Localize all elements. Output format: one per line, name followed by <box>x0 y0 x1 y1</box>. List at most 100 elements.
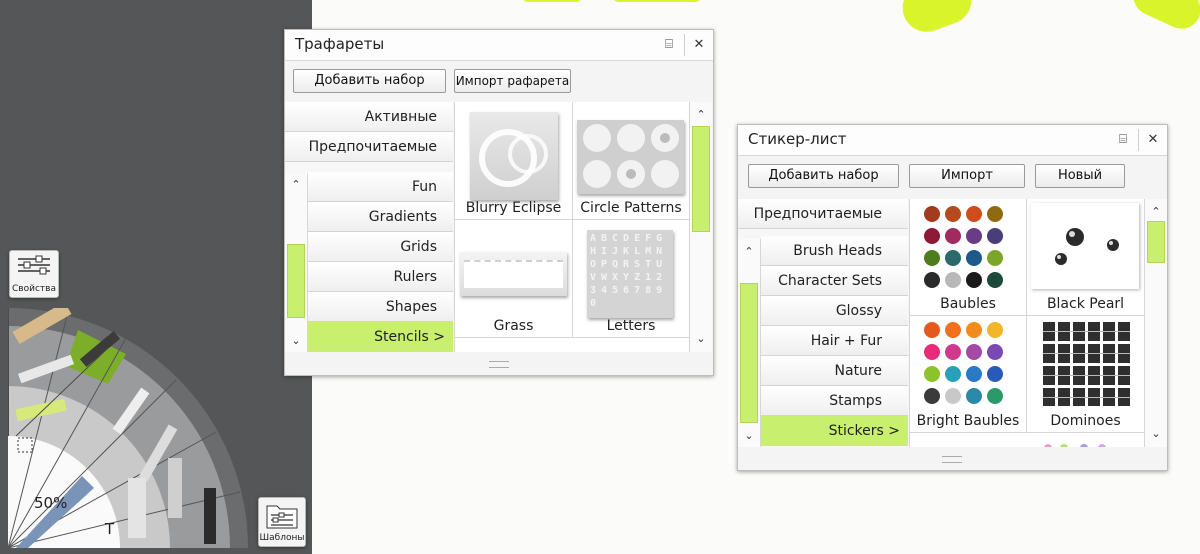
add-set-button[interactable]: Добавить набор <box>748 164 899 188</box>
properties-label: Свойства <box>12 284 56 294</box>
category-nature[interactable]: Nature <box>761 356 908 386</box>
scroll-up-icon[interactable]: ⌃ <box>1145 203 1167 221</box>
scroll-thumb[interactable] <box>692 126 710 232</box>
canvas-stroke-3 <box>895 0 979 39</box>
category-stencils[interactable]: Stencils > <box>308 322 453 352</box>
sticker-black-pearl[interactable]: Black Pearl <box>1027 199 1144 316</box>
item-label: Circle Patterns <box>580 200 682 216</box>
panel-menu-icon[interactable]: ⌸ <box>657 33 681 57</box>
canvas-stroke-1 <box>522 0 582 2</box>
templates-button[interactable]: Шаблоны <box>258 497 306 547</box>
stencil-letters[interactable]: ABCDEFGHIJKLMNOPQRSTUVWXYZ1234567890 Let… <box>573 220 689 338</box>
stencils-grid: Blurry Eclipse Circle Patterns Grass ABC… <box>454 102 689 352</box>
next-row-peek <box>1040 437 1120 447</box>
category-brush-heads[interactable]: Brush Heads <box>761 236 908 266</box>
canvas-stroke-2 <box>612 0 702 2</box>
resize-grip[interactable] <box>489 361 509 368</box>
category-scrollbar[interactable]: ⌃ ⌄ <box>285 174 308 352</box>
flower-icons <box>1044 444 1106 447</box>
black-pearl-thumbnail <box>1031 203 1139 289</box>
sticker-dominoes[interactable]: Dominoes <box>1027 316 1144 433</box>
category-grids[interactable]: Grids <box>308 232 453 262</box>
letters-glyphs: ABCDEFGHIJKLMNOPQRSTUVWXYZ1234567890 <box>590 233 668 309</box>
category-gradients[interactable]: Gradients <box>308 202 453 232</box>
grass-stripe <box>464 260 563 288</box>
title-separator <box>1138 129 1139 151</box>
import-button[interactable]: Импорт <box>909 164 1025 188</box>
panel-menu-icon[interactable]: ⌸ <box>1111 128 1135 152</box>
scroll-down-icon[interactable]: ⌄ <box>738 427 760 445</box>
add-set-button[interactable]: Добавить набор <box>293 69 446 93</box>
sticker-grid: Baubles Black Pearl Bright Baubles Domin… <box>909 199 1144 447</box>
scroll-down-icon[interactable]: ⌄ <box>1145 425 1167 443</box>
new-button[interactable]: Новый <box>1035 164 1125 188</box>
sticker-bright-baubles[interactable]: Bright Baubles <box>910 316 1027 433</box>
zoom-label: 50% <box>34 494 68 512</box>
black-pearl-art <box>1055 228 1119 265</box>
canvas-stroke-4 <box>1127 0 1200 36</box>
category-shapes[interactable]: Shapes <box>308 292 453 322</box>
blurry-eclipse-art <box>479 129 548 187</box>
scroll-up-icon[interactable]: ⌃ <box>285 176 307 194</box>
stencils-title-bar[interactable]: Трафареты ⌸ ✕ <box>285 30 713 61</box>
scroll-up-icon[interactable]: ⌃ <box>738 243 760 261</box>
text-tool-icon[interactable]: T <box>105 520 114 538</box>
folder-icon <box>266 505 298 529</box>
item-label: Letters <box>606 318 656 334</box>
category-character-sets[interactable]: Character Sets <box>761 266 908 296</box>
dominoes-art <box>1043 322 1130 406</box>
item-label: Baubles <box>940 296 996 312</box>
stencil-blurry-eclipse[interactable]: Blurry Eclipse <box>455 102 573 220</box>
close-icon[interactable]: ✕ <box>687 33 711 57</box>
stencils-category-list: Активные Предпочитаемые ⌃ ⌄ Fun Gradient… <box>285 102 453 352</box>
stencils-grid-scrollbar[interactable]: ⌃ ⌄ <box>689 102 712 352</box>
category-favorites[interactable]: Предпочитаемые <box>738 199 908 229</box>
baubles-art <box>924 206 1003 288</box>
scroll-down-icon[interactable]: ⌄ <box>690 330 712 348</box>
bright-baubles-art <box>924 322 1003 404</box>
category-hair-fur[interactable]: Hair + Fur <box>761 326 908 356</box>
category-stickers[interactable]: Stickers > <box>761 416 908 446</box>
sticker-title-bar[interactable]: Стикер-лист ⌸ ✕ <box>738 125 1167 156</box>
circle-patterns-art <box>583 124 679 188</box>
letters-thumbnail: ABCDEFGHIJKLMNOPQRSTUVWXYZ1234567890 <box>587 230 673 318</box>
sticker-title: Стикер-лист <box>748 130 847 148</box>
resize-grip[interactable] <box>942 456 962 463</box>
scroll-up-icon[interactable]: ⌃ <box>690 106 712 124</box>
item-label: Blurry Eclipse <box>465 200 562 216</box>
tool-wheel-art <box>7 301 248 549</box>
grass-thumbnail <box>460 252 567 296</box>
tool-wheel[interactable]: 50% T <box>7 301 248 549</box>
category-fun[interactable]: Fun <box>308 172 453 202</box>
scroll-thumb[interactable] <box>1147 221 1165 263</box>
item-label: Bright Baubles <box>916 413 1020 429</box>
item-label: Dominoes <box>1050 413 1121 429</box>
title-separator <box>684 34 685 56</box>
import-stencil-button[interactable]: Импорт рафарета <box>454 69 571 93</box>
scroll-thumb[interactable] <box>287 244 305 318</box>
bright-baubles-thumbnail <box>916 320 1020 406</box>
category-stamps[interactable]: Stamps <box>761 386 908 416</box>
category-active[interactable]: Активные <box>285 102 453 132</box>
templates-label: Шаблоны <box>259 533 305 543</box>
dominoes-thumbnail <box>1041 322 1131 406</box>
stencil-grass[interactable]: Grass <box>455 220 573 338</box>
sticker-category-list: Предпочитаемые ⌃ ⌄ Brush Heads Character… <box>738 199 908 447</box>
sticker-baubles[interactable]: Baubles <box>910 199 1027 316</box>
close-icon[interactable]: ✕ <box>1141 128 1165 152</box>
blurry-eclipse-thumbnail <box>470 112 558 200</box>
scroll-thumb[interactable] <box>740 283 758 423</box>
stencil-circle-patterns[interactable]: Circle Patterns <box>573 102 689 220</box>
category-favorites[interactable]: Предпочитаемые <box>285 132 453 162</box>
properties-button[interactable]: Свойства <box>9 250 59 298</box>
sliders-icon <box>18 255 50 275</box>
sticker-panel: Стикер-лист ⌸ ✕ Добавить набор Импорт Но… <box>737 124 1168 471</box>
category-scrollbar[interactable]: ⌃ ⌄ <box>738 239 761 447</box>
sticker-grid-scrollbar[interactable]: ⌃ ⌄ <box>1144 199 1167 447</box>
category-rulers[interactable]: Rulers <box>308 262 453 292</box>
item-label: Black Pearl <box>1046 296 1125 312</box>
scroll-down-icon[interactable]: ⌄ <box>285 332 307 350</box>
category-glossy[interactable]: Glossy <box>761 296 908 326</box>
baubles-thumbnail <box>916 204 1020 288</box>
item-label: Grass <box>493 318 534 334</box>
